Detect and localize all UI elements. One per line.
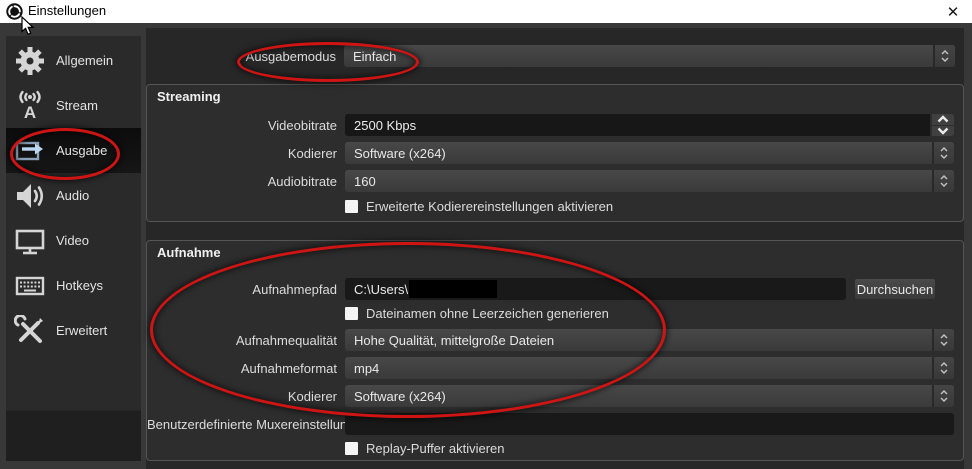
sidebar-item-allgemein[interactable]: Allgemein xyxy=(6,38,141,83)
output-mode-select[interactable]: Einfach xyxy=(344,45,955,67)
output-arrows-icon xyxy=(14,135,46,167)
gear-icon xyxy=(14,45,46,77)
no-spaces-checkbox-row: Dateinamen ohne Leerzeichen generieren xyxy=(345,305,609,321)
redacted-username xyxy=(409,280,497,298)
speaker-icon xyxy=(14,180,46,212)
sidebar-item-label: Hotkeys xyxy=(56,278,103,293)
combo-arrows-icon[interactable] xyxy=(932,357,954,379)
muxer-settings-row: Benutzerdefinierte Muxereinstellungen xyxy=(147,413,954,435)
sidebar-item-label: Audio xyxy=(56,188,89,203)
muxer-settings-input[interactable] xyxy=(345,413,954,435)
video-bitrate-label: Videobitrate xyxy=(147,118,345,133)
recording-path-row: Aufnahmepfad C:\Users\ Durchsuchen xyxy=(147,278,954,300)
recording-quality-value: Hohe Qualität, mittelgroße Dateien xyxy=(345,329,932,351)
recording-encoder-select[interactable]: Software (x264) xyxy=(345,385,954,407)
combo-arrows-icon[interactable] xyxy=(932,170,954,192)
recording-encoder-row: Kodierer Software (x264) xyxy=(147,385,954,407)
settings-nav-list: Allgemein A Stream Ausgabe xyxy=(6,36,141,461)
output-settings-pane: Ausgabemodus Einfach Streaming Videobitr… xyxy=(146,28,964,469)
recording-path-value: C:\Users\ xyxy=(354,282,408,297)
sidebar-item-label: Ausgabe xyxy=(56,143,107,158)
stream-encoder-select[interactable]: Software (x264) xyxy=(345,142,954,164)
broadcast-icon: A xyxy=(14,90,46,122)
streaming-group-title: Streaming xyxy=(157,89,221,104)
window-body: Allgemein A Stream Ausgabe xyxy=(0,23,972,469)
combo-arrows-icon[interactable] xyxy=(932,385,954,407)
replay-buffer-checkbox-label: Replay-Puffer aktivieren xyxy=(366,441,505,456)
recording-encoder-label: Kodierer xyxy=(147,389,345,404)
combo-arrows-icon[interactable] xyxy=(932,142,954,164)
svg-text:A: A xyxy=(24,103,36,122)
advanced-encoder-checkbox-label: Erweiterte Kodierereinstellungen aktivie… xyxy=(366,199,613,214)
combo-arrows-icon[interactable] xyxy=(933,45,955,67)
sidebar-item-label: Erweitert xyxy=(56,323,107,338)
stream-encoder-value: Software (x264) xyxy=(345,142,932,164)
monitor-icon xyxy=(14,225,46,257)
recording-group-title: Aufnahme xyxy=(157,245,221,260)
stream-encoder-row: Kodierer Software (x264) xyxy=(147,142,954,164)
advanced-encoder-checkbox-row: Erweiterte Kodierereinstellungen aktivie… xyxy=(345,198,613,214)
recording-path-input[interactable]: C:\Users\ xyxy=(345,278,846,300)
audio-bitrate-label: Audiobitrate xyxy=(147,174,345,189)
sidebar-item-erweitert[interactable]: Erweitert xyxy=(6,308,141,353)
recording-quality-select[interactable]: Hohe Qualität, mittelgroße Dateien xyxy=(345,329,954,351)
keyboard-icon xyxy=(14,270,46,302)
no-spaces-checkbox-label: Dateinamen ohne Leerzeichen generieren xyxy=(366,306,609,321)
video-bitrate-row: Videobitrate 2500 Kbps xyxy=(147,114,954,136)
obs-logo-icon xyxy=(6,3,23,20)
video-bitrate-value: 2500 Kbps xyxy=(345,114,930,136)
no-spaces-checkbox[interactable] xyxy=(345,307,358,320)
spin-down-icon[interactable] xyxy=(932,126,954,137)
sidebar-item-audio[interactable]: Audio xyxy=(6,173,141,218)
stream-encoder-label: Kodierer xyxy=(147,146,345,161)
audio-bitrate-row: Audiobitrate 160 xyxy=(147,170,954,192)
output-mode-value: Einfach xyxy=(344,45,933,67)
recording-group: Aufnahme Aufnahmepfad C:\Users\ Durchsuc… xyxy=(146,240,964,461)
recording-quality-label: Aufnahmequalität xyxy=(147,333,345,348)
sidebar-item-stream[interactable]: A Stream xyxy=(6,83,141,128)
sidebar-item-label: Allgemein xyxy=(56,53,113,68)
window-title: Einstellungen xyxy=(28,3,106,18)
muxer-settings-label: Benutzerdefinierte Muxereinstellungen xyxy=(147,417,345,432)
spin-up-icon[interactable] xyxy=(932,114,954,125)
output-mode-row: Ausgabemodus Einfach xyxy=(146,45,955,67)
recording-encoder-value: Software (x264) xyxy=(345,385,932,407)
streaming-group: Streaming Videobitrate 2500 Kbps xyxy=(146,84,964,222)
output-mode-label: Ausgabemodus xyxy=(146,49,344,64)
sidebar-item-label: Video xyxy=(56,233,89,248)
recording-format-label: Aufnahmeformat xyxy=(147,361,345,376)
recording-format-select[interactable]: mp4 xyxy=(345,357,954,379)
audio-bitrate-value: 160 xyxy=(345,170,932,192)
combo-arrows-icon[interactable] xyxy=(932,329,954,351)
sidebar-item-hotkeys[interactable]: Hotkeys xyxy=(6,263,141,308)
audio-bitrate-select[interactable]: 160 xyxy=(345,170,954,192)
recording-quality-row: Aufnahmequalität Hohe Qualität, mittelgr… xyxy=(147,329,954,351)
recording-path-label: Aufnahmepfad xyxy=(147,282,345,297)
sidebar-item-video[interactable]: Video xyxy=(6,218,141,263)
tools-icon xyxy=(14,315,46,347)
close-icon[interactable]: ✕ xyxy=(942,1,964,22)
sidebar-item-ausgabe[interactable]: Ausgabe xyxy=(6,128,141,173)
browse-button[interactable]: Durchsuchen xyxy=(854,278,936,300)
sidebar-item-label: Stream xyxy=(56,98,98,113)
video-bitrate-spinner[interactable]: 2500 Kbps xyxy=(345,114,954,136)
replay-buffer-checkbox[interactable] xyxy=(345,442,358,455)
recording-format-value: mp4 xyxy=(345,357,932,379)
title-bar: Einstellungen ✕ xyxy=(0,0,972,23)
recording-format-row: Aufnahmeformat mp4 xyxy=(147,357,954,379)
advanced-encoder-checkbox[interactable] xyxy=(345,200,358,213)
replay-buffer-checkbox-row: Replay-Puffer aktivieren xyxy=(345,440,505,456)
